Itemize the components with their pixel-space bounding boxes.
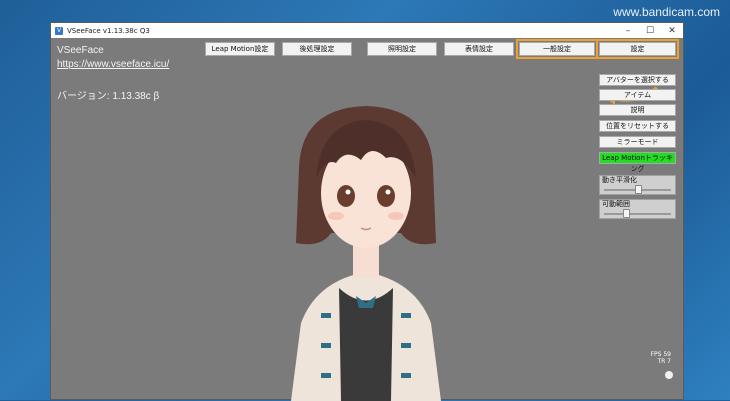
range-slider-handle[interactable]: [622, 209, 630, 218]
corner-settings-icon[interactable]: [665, 371, 673, 379]
leap-motion-tracking-toggle[interactable]: Leap Motionトラッキング: [599, 152, 676, 173]
avatar-illustration: [291, 106, 441, 401]
app-info: VSeeFace https://www.vseeface.icu/ バージョン…: [57, 45, 169, 102]
smoothing-slider-handle[interactable]: [635, 185, 642, 194]
leap-motion-settings-button[interactable]: Leap Motion設定: [205, 42, 275, 56]
description-button[interactable]: 説明: [599, 104, 676, 116]
post-processing-settings-button[interactable]: 後処理設定: [282, 42, 352, 56]
bandicam-watermark: www.bandicam.com: [613, 5, 720, 19]
range-label: 可動範囲: [602, 200, 630, 208]
tracking-rate-line: TR 7: [657, 358, 671, 365]
lighting-settings-button[interactable]: 照明設定: [367, 42, 437, 56]
smoothing-slider-panel: 動き平滑化: [599, 175, 676, 195]
reset-position-button[interactable]: 位置をリセットする: [599, 120, 676, 132]
general-settings-button[interactable]: 一般設定: [516, 39, 598, 59]
range-slider-panel: 可動範囲: [599, 199, 676, 219]
fps-line: FPS 59: [650, 351, 671, 358]
maximize-icon[interactable]: ☐: [639, 26, 661, 36]
settings-button[interactable]: 設定: [596, 39, 679, 59]
close-icon[interactable]: ✕: [661, 26, 683, 36]
viewport: VSeeFace https://www.vseeface.icu/ バージョン…: [51, 38, 683, 401]
fps-display: FPS 59 TR 7: [651, 351, 671, 365]
app-icon: V: [55, 26, 63, 35]
vseeface-window: V VSeeFace v1.13.38c Q3 – ☐ ✕ VSeeFace h…: [50, 22, 684, 401]
window-title: VSeeFace v1.13.38c Q3: [67, 26, 150, 35]
website-link[interactable]: https://www.vseeface.icu/: [57, 59, 169, 70]
items-button[interactable]: アイテム: [599, 89, 676, 101]
title-bar: V VSeeFace v1.13.38c Q3 – ☐ ✕: [51, 23, 683, 38]
range-track[interactable]: [604, 213, 671, 215]
app-name: VSeeFace: [57, 45, 104, 56]
version-label: バージョン: 1.13.38c β: [57, 91, 160, 102]
minimize-icon[interactable]: –: [617, 26, 639, 36]
smoothing-label: 動き平滑化: [602, 176, 637, 184]
select-avatar-button[interactable]: アバターを選択する: [599, 74, 676, 86]
mirror-mode-button[interactable]: ミラーモード: [599, 136, 676, 148]
expression-settings-button[interactable]: 表情設定: [444, 42, 514, 56]
